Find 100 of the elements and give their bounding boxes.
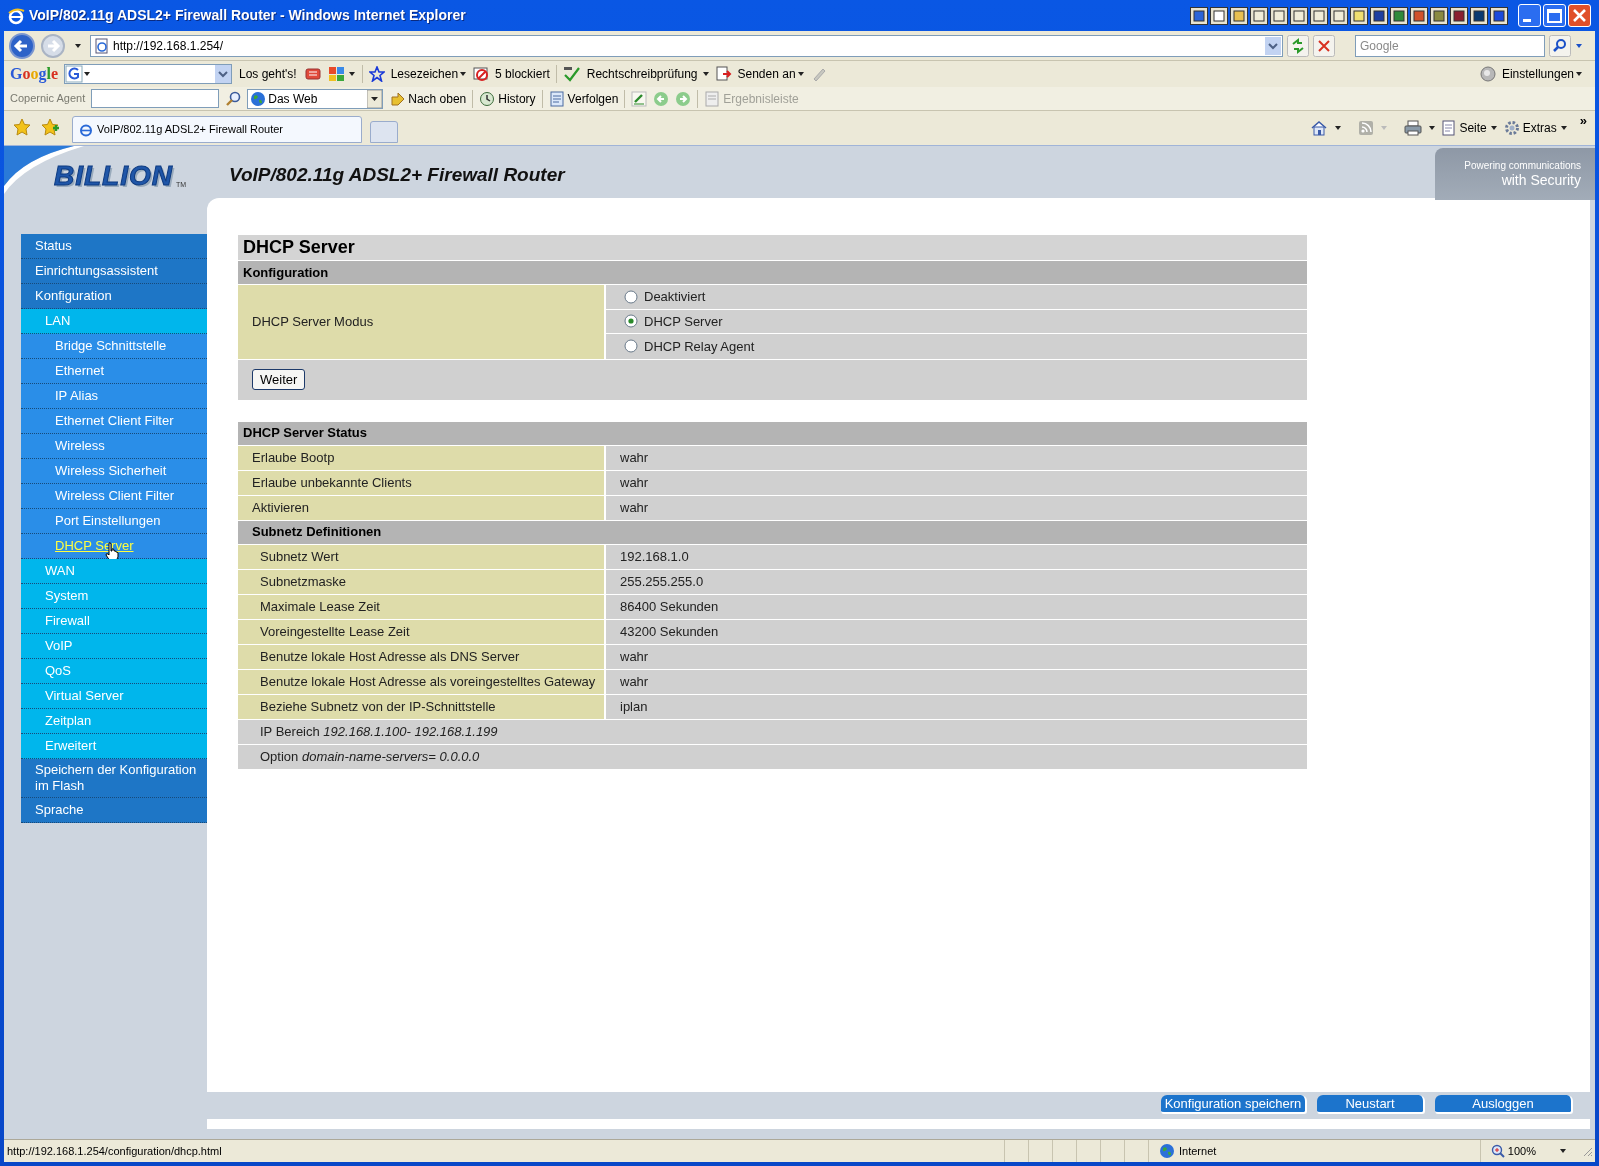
tagline-text: Powering communications (1464, 160, 1581, 172)
app-icon[interactable] (1490, 6, 1508, 25)
app-icon[interactable] (1250, 6, 1268, 25)
browser-tab[interactable]: VoIP/802.11g ADSL2+ Firewall Router (72, 116, 362, 143)
dropdown-arrow-icon[interactable] (367, 89, 383, 108)
sidebar-item[interactable]: Firewall (45, 613, 90, 629)
more-button[interactable]: » (1579, 111, 1587, 131)
maximize-icon (1547, 8, 1562, 23)
sidebar-item[interactable]: Status (35, 238, 72, 254)
back-button[interactable] (8, 31, 36, 60)
app-icon[interactable] (1430, 6, 1448, 25)
globe-icon (250, 90, 267, 107)
send-menu[interactable]: Senden an (737, 65, 805, 83)
add-favorite-icon[interactable] (40, 117, 60, 137)
field-value: 255.255.255.0 (606, 569, 1307, 594)
puzzle-icon[interactable] (327, 66, 356, 82)
field-value: 43200 Sekunden (606, 619, 1307, 644)
brand-logo: BILLION (54, 162, 173, 190)
bookmarks-menu[interactable]: Lesezeichen (390, 65, 468, 83)
maximize-button[interactable] (1543, 4, 1566, 27)
page-icon (94, 37, 110, 54)
field-label: Subnetz Wert (238, 544, 606, 569)
app-icon[interactable] (1230, 6, 1248, 25)
toolbar-button[interactable]: Verfolgen (548, 89, 619, 108)
app-icon[interactable] (1270, 6, 1288, 25)
radio-button[interactable] (624, 314, 638, 329)
page-menu[interactable]: Seite (1442, 119, 1498, 137)
search-button[interactable] (1549, 34, 1571, 57)
status-url: http://192.168.1.254/configuration/dhcp.html (6, 1143, 223, 1159)
footer-button[interactable]: Konfiguration speichern (1161, 1094, 1307, 1114)
sidebar-item[interactable]: Zeitplan (45, 713, 92, 729)
dropdown-caret-icon[interactable] (1334, 124, 1343, 132)
radio-button[interactable] (624, 289, 638, 304)
toolbar-button[interactable]: History (479, 89, 536, 108)
app-icon[interactable] (1330, 6, 1348, 25)
close-button[interactable] (1568, 4, 1591, 27)
caret-icon (1489, 124, 1498, 132)
blocked-popup-icon (473, 66, 490, 82)
app-icon[interactable] (1390, 6, 1408, 25)
star-icon[interactable] (368, 66, 385, 82)
scope-dropdown[interactable]: Das Web (247, 88, 384, 109)
copernic-search-field[interactable] (91, 89, 220, 108)
dropdown-caret-icon[interactable] (1428, 124, 1437, 132)
field-label: Erlaube Bootp (238, 445, 606, 470)
sidebar-item[interactable]: System (45, 588, 89, 604)
window-title: VoIP/802.11g ADSL2+ Firewall Router - Windows Internet Explorer (29, 6, 466, 25)
spellcheck-menu[interactable]: Rechtschreibprüfung (586, 65, 710, 83)
radio-button[interactable] (624, 339, 638, 354)
section-heading: DHCP Server Status (238, 421, 1307, 446)
section-heading: Konfiguration (238, 261, 1307, 285)
home-icon[interactable] (1310, 120, 1329, 136)
sidebar-item[interactable]: Wireless (55, 438, 105, 454)
refresh-button[interactable] (1287, 34, 1309, 57)
settings-menu[interactable]: Einstellungen (1501, 65, 1583, 83)
search-icon[interactable] (225, 90, 242, 107)
search-options-caret-icon[interactable] (1575, 41, 1583, 50)
app-icon[interactable] (1290, 6, 1308, 25)
google-search-field[interactable] (64, 64, 232, 84)
sidebar-item[interactable]: LAN (45, 313, 71, 329)
footer-button[interactable]: Neustart (1317, 1094, 1425, 1114)
app-icon[interactable] (1350, 6, 1368, 25)
search-field[interactable]: Google (1355, 34, 1545, 57)
footer-button[interactable]: Ausloggen (1435, 1094, 1573, 1114)
app-icon[interactable] (1410, 6, 1428, 25)
continue-button[interactable]: Weiter (252, 369, 306, 390)
toolbar-label: Copernic Agent (10, 91, 86, 107)
zoom-control[interactable]: 100% (1479, 1140, 1581, 1162)
field-value: wahr (606, 470, 1307, 495)
radio-label: DHCP Relay Agent (644, 337, 755, 356)
sidebar-item[interactable]: Sprache (35, 802, 84, 818)
stop-button[interactable] (1313, 34, 1335, 57)
field-label: Benutze lokale Host Adresse als DNS Server (238, 644, 606, 669)
highlight-icon[interactable] (631, 90, 648, 107)
field-value: wahr (606, 495, 1307, 520)
field-value: wahr (606, 445, 1307, 470)
sidebar-item[interactable]: VoIP (45, 638, 73, 654)
app-icon[interactable] (1370, 6, 1388, 25)
sidebar-item[interactable]: IP Alias (55, 388, 99, 404)
history-caret-icon[interactable] (74, 41, 82, 50)
sidebar-item[interactable]: Erweitert (45, 738, 97, 754)
radio-label: DHCP Server (644, 312, 723, 331)
sidebar-item[interactable]: Ethernet (55, 363, 105, 379)
field-value: iplan (606, 694, 1307, 719)
app-icon[interactable] (1450, 6, 1468, 25)
print-icon[interactable] (1404, 120, 1423, 136)
app-icon[interactable] (1210, 6, 1228, 25)
tools-menu[interactable]: Extras (1503, 119, 1568, 137)
toolbar-button[interactable]: Nach oben (389, 89, 467, 108)
favorites-star-icon[interactable] (12, 117, 32, 137)
app-icon[interactable] (1310, 6, 1328, 25)
sidebar-item[interactable]: WAN (45, 563, 75, 579)
address-field[interactable]: http://192.168.1.254/ (90, 34, 1283, 57)
app-icon[interactable] (1190, 6, 1208, 25)
minimize-button[interactable] (1518, 4, 1541, 27)
sidebar-item[interactable]: QoS (45, 663, 71, 679)
search-link[interactable]: Los geht's! (238, 65, 298, 83)
app-icon[interactable] (1470, 6, 1488, 25)
blocked-popups-label[interactable]: 5 blockiert (495, 65, 550, 83)
field-value: wahr (606, 669, 1307, 694)
news-icon[interactable] (303, 66, 322, 82)
